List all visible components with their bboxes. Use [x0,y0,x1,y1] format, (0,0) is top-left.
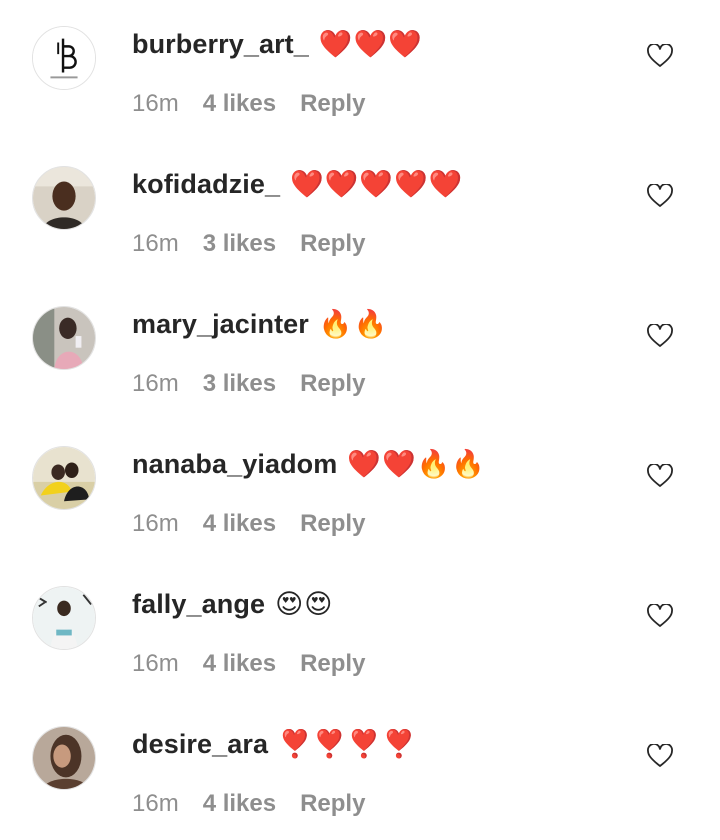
comment-text: ❣️❣️❣️❣️ [278,729,417,760]
like-count[interactable]: 3 likes [203,370,276,398]
avatar[interactable] [32,586,96,650]
comment-meta: 16m 4 likes Reply [132,86,365,122]
timestamp: 16m [132,90,179,117]
comment-meta: 16m 4 likes Reply [132,786,365,822]
reply-button[interactable]: Reply [300,790,365,818]
username[interactable]: burberry_art_ [132,29,309,60]
reply-button[interactable]: Reply [300,650,365,678]
timestamp: 16m [132,790,179,817]
comment-text: 🔥🔥 [318,309,389,340]
heart-outline-icon [647,44,673,67]
like-button[interactable] [644,180,676,212]
heart-outline-icon [647,324,673,347]
comment-meta: 16m 4 likes Reply [132,646,365,682]
like-button[interactable] [644,740,676,772]
comment-item: kofidadzie_ ❤️❤️❤️❤️❤️ 16m 3 likes Reply [0,140,720,280]
like-button[interactable] [644,460,676,492]
avatar[interactable] [32,726,96,790]
comment-text: ❤️❤️🔥🔥 [347,449,486,480]
comment-meta: 16m 4 likes Reply [132,506,365,542]
heart-outline-icon [647,464,673,487]
username[interactable]: kofidadzie_ [132,169,280,200]
avatar-photo [33,727,95,789]
avatar-photo [33,307,95,369]
comment-text: ❤️❤️❤️❤️❤️ [290,169,464,200]
like-count[interactable]: 4 likes [203,650,276,678]
comment-body: burberry_art_ ❤️❤️❤️ [132,24,423,64]
like-count[interactable]: 4 likes [203,90,276,118]
avatar[interactable] [32,306,96,370]
reply-button[interactable]: Reply [300,90,365,118]
avatar-photo [33,447,95,509]
comment-body: nanaba_yiadom ❤️❤️🔥🔥 [132,444,486,484]
comment-text: ❤️❤️❤️ [318,29,423,60]
reply-button[interactable]: Reply [300,230,365,258]
comment-item: fally_ange 😍😍 16m 4 likes Reply [0,560,720,700]
reply-button[interactable]: Reply [300,510,365,538]
timestamp: 16m [132,370,179,397]
timestamp: 16m [132,650,179,677]
comment-meta: 16m 3 likes Reply [132,366,365,402]
comment-item: desire_ara ❣️❣️❣️❣️ 16m 4 likes Reply [0,700,720,840]
avatar-photo [33,587,95,649]
comment-text: 😍😍 [275,588,334,620]
avatar[interactable] [32,166,96,230]
like-button[interactable] [644,600,676,632]
avatar-photo [33,167,95,229]
comment-meta: 16m 3 likes Reply [132,226,365,262]
comment-list: burberry_art_ ❤️❤️❤️ 16m 4 likes Reply k… [0,0,720,840]
heart-outline-icon [647,744,673,767]
comment-item: burberry_art_ ❤️❤️❤️ 16m 4 likes Reply [0,0,720,140]
username[interactable]: nanaba_yiadom [132,449,337,480]
like-count[interactable]: 4 likes [203,790,276,818]
username[interactable]: mary_jacinter [132,309,309,340]
comment-body: mary_jacinter 🔥🔥 [132,304,388,344]
comment-body: fally_ange 😍😍 [132,584,333,624]
like-button[interactable] [644,320,676,352]
heart-outline-icon [647,184,673,207]
avatar[interactable] [32,26,96,90]
heart-outline-icon [647,604,673,627]
comment-item: nanaba_yiadom ❤️❤️🔥🔥 16m 4 likes Reply [0,420,720,560]
username[interactable]: fally_ange [132,589,265,620]
comment-body: kofidadzie_ ❤️❤️❤️❤️❤️ [132,164,463,204]
like-button[interactable] [644,40,676,72]
like-count[interactable]: 3 likes [203,230,276,258]
comment-body: desire_ara ❣️❣️❣️❣️ [132,724,417,764]
like-count[interactable]: 4 likes [203,510,276,538]
timestamp: 16m [132,510,179,537]
comment-item: mary_jacinter 🔥🔥 16m 3 likes Reply [0,280,720,420]
reply-button[interactable]: Reply [300,370,365,398]
timestamp: 16m [132,230,179,257]
avatar[interactable] [32,446,96,510]
username[interactable]: desire_ara [132,729,268,760]
burberry-arts-logo [33,27,95,89]
